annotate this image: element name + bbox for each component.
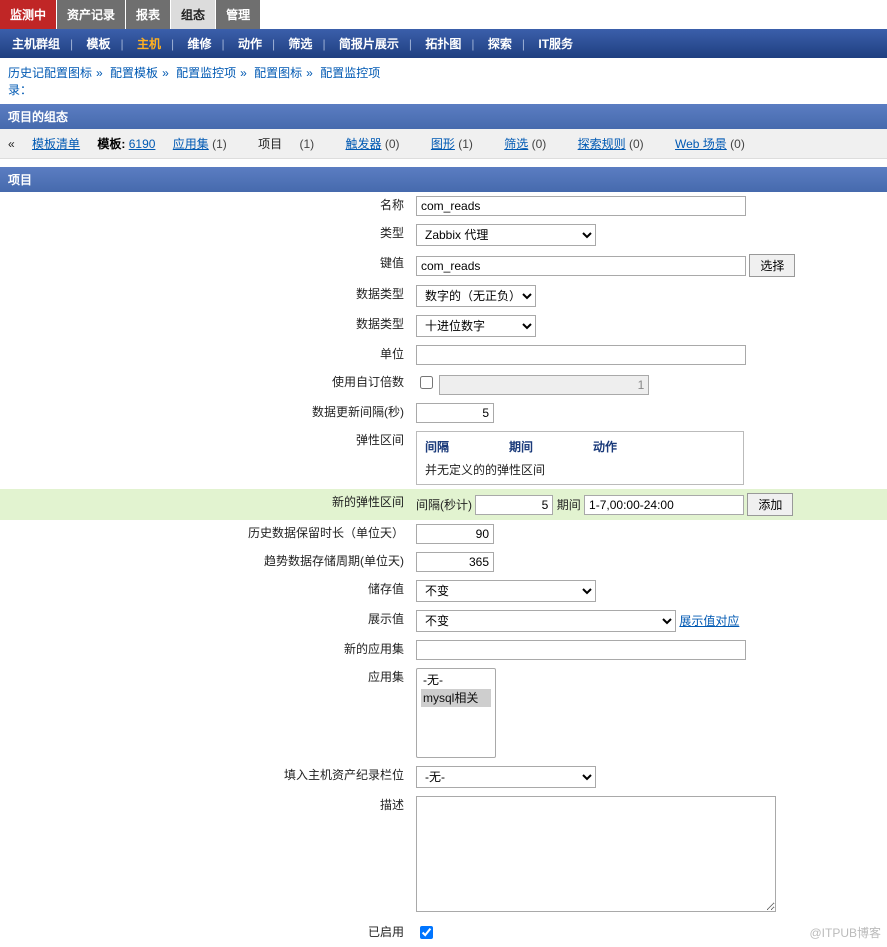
label-show: 展示值 <box>0 606 410 636</box>
lb-graphs[interactable]: 图形 <box>431 137 455 151</box>
lb-triggers[interactable]: 触发器 <box>346 137 382 151</box>
interval-input[interactable] <box>416 403 494 423</box>
label-interval: 数据更新间隔(秒) <box>0 399 410 427</box>
dtype-select[interactable]: 数字的（无正负） <box>416 285 536 307</box>
tab-config[interactable]: 组态 <box>171 0 216 29</box>
top-tabs: 监测中 资产记录 报表 组态 管理 <box>0 0 887 29</box>
newflex-period-input[interactable] <box>584 495 744 515</box>
section-header-config: 项目的组态 <box>0 104 887 129</box>
show-map-link[interactable]: 展示值对应 <box>679 614 739 628</box>
label-flex: 弹性区间 <box>0 427 410 489</box>
label-mult: 使用自订倍数 <box>0 369 410 399</box>
key-select-button[interactable]: 选择 <box>749 254 795 277</box>
label-inv: 填入主机资产纪录栏位 <box>0 762 410 792</box>
flex-box: 间隔 期间 动作 并无定义的的弹性区间 <box>416 431 744 485</box>
inventory-select[interactable]: -无- <box>416 766 596 788</box>
history-item[interactable]: 配置图标 <box>254 66 302 80</box>
history-bar: 历史记录： 配置图标» 配置模板» 配置监控项» 配置图标» 配置监控项 <box>0 58 887 104</box>
nav-screens[interactable]: 筛选 <box>284 35 316 52</box>
trend-input[interactable] <box>416 552 494 572</box>
nav-maps[interactable]: 拓扑图 <box>421 35 465 52</box>
label-newflex: 新的弹性区间 <box>0 489 410 520</box>
section-header-item: 项目 <box>0 167 887 192</box>
history-item[interactable]: 配置监控项 <box>320 66 380 80</box>
nav-templates[interactable]: 模板 <box>82 35 114 52</box>
label-store: 储存值 <box>0 576 410 606</box>
nav-discovery[interactable]: 探索 <box>484 35 516 52</box>
label-key: 键值 <box>0 250 410 281</box>
label-enabled: 已启用 <box>0 919 410 946</box>
back-link[interactable]: « 模板清单 <box>8 137 80 151</box>
mult-checkbox[interactable] <box>420 376 433 389</box>
nav-actions[interactable]: 动作 <box>234 35 266 52</box>
lb-web[interactable]: Web 场景 <box>675 137 727 151</box>
newflex-interval-input[interactable] <box>475 495 553 515</box>
tab-inventory[interactable]: 资产记录 <box>57 0 126 29</box>
newflex-add-button[interactable]: 添加 <box>747 493 793 516</box>
template-id-link[interactable]: 6190 <box>129 137 156 151</box>
lb-apps[interactable]: 应用集 <box>173 137 209 151</box>
label-name: 名称 <box>0 192 410 220</box>
history-item[interactable]: 配置图标 <box>44 66 92 80</box>
nav-slides[interactable]: 简报片展示 <box>335 35 403 52</box>
type-select[interactable]: Zabbix 代理 <box>416 224 596 246</box>
nav-hosts[interactable]: 主机 <box>133 35 165 52</box>
nav-maintenance[interactable]: 维修 <box>183 35 215 52</box>
enabled-checkbox[interactable] <box>420 926 433 939</box>
label-dtype: 数据类型 <box>0 281 410 311</box>
history-label: 历史记录： <box>8 64 44 98</box>
label-trend: 趋势数据存储周期(单位天) <box>0 548 410 576</box>
tab-reports[interactable]: 报表 <box>126 0 171 29</box>
flex-empty: 并无定义的的弹性区间 <box>425 461 735 478</box>
nav-itservices[interactable]: IT服务 <box>534 35 577 52</box>
dfmt-select[interactable]: 十进位数字 <box>416 315 536 337</box>
newapp-input[interactable] <box>416 640 746 660</box>
label-dfmt: 数据类型 <box>0 311 410 341</box>
lb-items: 项目 (1) <box>258 137 328 151</box>
tab-admin[interactable]: 管理 <box>216 0 261 29</box>
label-hist: 历史数据保留时长（单位天） <box>0 520 410 548</box>
label-newapp: 新的应用集 <box>0 636 410 664</box>
label-unit: 单位 <box>0 341 410 369</box>
label-type: 类型 <box>0 220 410 250</box>
history-item[interactable]: 配置模板 <box>110 66 158 80</box>
lb-discovery[interactable]: 探索规则 <box>578 137 626 151</box>
label-desc: 描述 <box>0 792 410 919</box>
store-select[interactable]: 不变 <box>416 580 596 602</box>
name-input[interactable] <box>416 196 746 216</box>
watermark: @ITPUB博客 <box>809 924 881 941</box>
apps-select[interactable]: -无- mysql相关 <box>416 668 496 758</box>
nav-hostgroups[interactable]: 主机群组 <box>8 35 64 52</box>
key-input[interactable] <box>416 256 746 276</box>
template-listbar: « 模板清单 模板: 6190 应用集 (1) 项目 (1) 触发器 (0) 图… <box>0 129 887 159</box>
history-item[interactable]: 配置监控项 <box>176 66 236 80</box>
tab-monitoring[interactable]: 监测中 <box>0 0 57 29</box>
sub-nav: 主机群组| 模板| 主机| 维修| 动作| 筛选| 简报片展示| 拓扑图| 探索… <box>0 29 887 58</box>
desc-textarea[interactable] <box>416 796 776 912</box>
lb-screens[interactable]: 筛选 <box>504 137 528 151</box>
show-select[interactable]: 不变 <box>416 610 676 632</box>
label-apps: 应用集 <box>0 664 410 762</box>
history-input[interactable] <box>416 524 494 544</box>
mult-factor-input <box>439 375 649 395</box>
unit-input[interactable] <box>416 345 746 365</box>
item-form: 名称 类型 Zabbix 代理 键值 选择 数据类型 数字的（无正负） 数据类型… <box>0 192 887 946</box>
